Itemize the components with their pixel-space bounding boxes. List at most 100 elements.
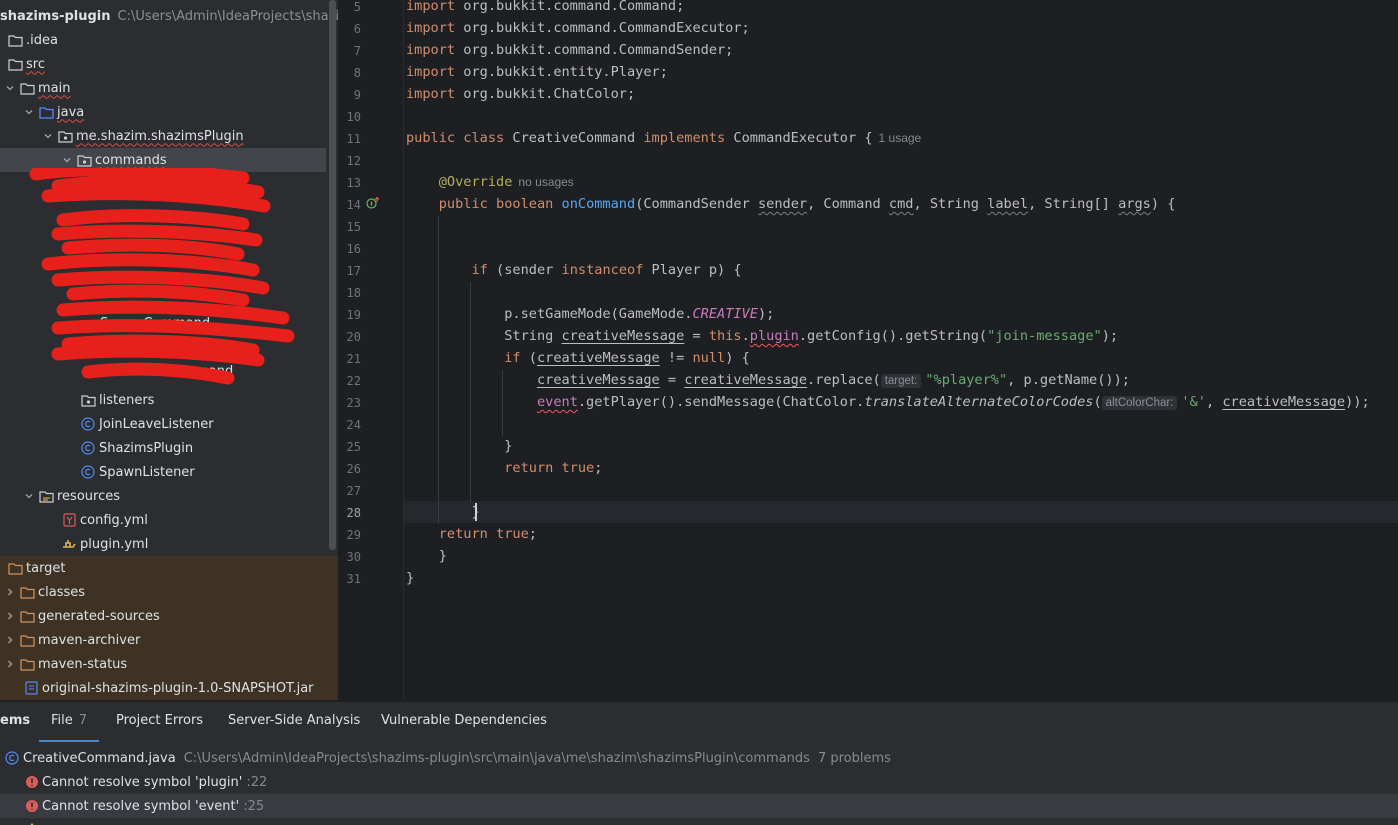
- line-number: 24: [346, 418, 361, 432]
- tree-item-idea[interactable]: .idea: [0, 28, 326, 52]
- tree-item-generated-sources[interactable]: generated-sources: [0, 604, 338, 628]
- tree-item-resources[interactable]: resources: [0, 484, 326, 508]
- yaml-file-icon: [61, 513, 77, 527]
- code-line: }: [406, 548, 447, 564]
- param-hint: altColorChar:: [1101, 396, 1178, 410]
- line-number: 11: [346, 132, 361, 146]
- tree-item-listeners[interactable]: listeners: [0, 388, 326, 412]
- line-number: 14: [346, 198, 361, 212]
- folder-icon: [19, 81, 35, 95]
- override-marker-icon[interactable]: [366, 196, 380, 214]
- line-number: 10: [346, 110, 361, 124]
- tree-item-src[interactable]: src: [0, 52, 326, 76]
- problem-row[interactable]: Cannot resolve symbol 'event' :25: [0, 794, 1398, 818]
- class-icon: [80, 465, 96, 479]
- chevron-right-icon[interactable]: [4, 658, 16, 670]
- problem-message: Cannot resolve symbol 'event': [42, 798, 240, 814]
- code-line: }: [406, 438, 513, 454]
- tree-item-maven-status[interactable]: maven-status: [0, 652, 338, 676]
- tree-item-shazimsplugin[interactable]: ShazimsPlugin: [0, 436, 326, 460]
- line-number: 18: [346, 286, 361, 300]
- chevron-down-icon[interactable]: [4, 82, 16, 94]
- error-icon: [25, 799, 39, 813]
- tree-item-plugin-yml[interactable]: plugin.yml: [0, 532, 326, 556]
- line-number: 7: [353, 44, 361, 58]
- tree-item-main[interactable]: main: [0, 76, 326, 100]
- problem-file-path: C:\Users\Admin\IdeaProjects\shazims-plug…: [183, 750, 810, 766]
- tree-item-java[interactable]: java: [0, 100, 326, 124]
- line-number: 16: [346, 242, 361, 256]
- chevron-down-icon[interactable]: [42, 130, 54, 142]
- red-scribble: [29, 168, 295, 385]
- tree-item-maven-archiver[interactable]: maven-archiver: [0, 628, 338, 652]
- problem-count: 7 problems: [817, 750, 891, 766]
- line-number: 30: [346, 550, 361, 564]
- problem-line: :25: [243, 798, 265, 814]
- excluded-folder-icon: [19, 657, 35, 671]
- code-line: }: [406, 570, 415, 586]
- excluded-folder-icon: [7, 561, 23, 575]
- line-number: 9: [353, 88, 361, 102]
- class-icon: [5, 751, 19, 765]
- tab-file[interactable]: File 7: [39, 702, 100, 742]
- chevron-down-icon[interactable]: [23, 490, 35, 502]
- tree-item-spawnlistener[interactable]: SpawnListener: [0, 460, 326, 484]
- usage-hint[interactable]: no usages: [518, 175, 573, 189]
- line-number: 27: [346, 484, 361, 498]
- line-number: 19: [346, 308, 361, 322]
- chevron-down-icon[interactable]: [61, 154, 73, 166]
- line-number: 5: [353, 0, 361, 14]
- line-number: 21: [346, 352, 361, 366]
- tree-root[interactable]: shazims-plugin C:\Users\Admin\IdeaProjec…: [0, 4, 338, 28]
- code-line: if (creativeMessage != null) {: [504, 350, 750, 366]
- tree-scrollbar[interactable]: [329, 0, 336, 550]
- tree-item-package[interactable]: me.shazim.shazimsPlugin: [0, 124, 326, 148]
- line-number: 29: [346, 528, 361, 542]
- problem-file-row[interactable]: CreativeCommand.java C:\Users\Admin\Idea…: [0, 746, 1398, 770]
- usage-hint[interactable]: 1 usage: [879, 131, 922, 145]
- problems-panel: ems File 7 Project Errors Server-Side Ana…: [0, 701, 1398, 825]
- code-line: event.getPlayer().sendMessage(ChatColor.…: [536, 394, 1370, 410]
- code-line: return true;: [438, 526, 537, 542]
- tab-count: 7: [78, 713, 88, 728]
- chevron-right-icon[interactable]: [4, 586, 16, 598]
- code-line: return true;: [504, 460, 603, 476]
- tab-vulnerable-dependencies[interactable]: Vulnerable Dependencies: [381, 702, 547, 742]
- line-number: 23: [346, 396, 361, 410]
- code-line: import org.bukkit.command.CommandSender;: [406, 42, 734, 58]
- project-name: shazims-plugin: [0, 8, 111, 24]
- tab-server-side-analysis[interactable]: Server-Side Analysis: [228, 702, 360, 742]
- line-number: 26: [346, 462, 361, 476]
- tree-item-classes[interactable]: classes: [0, 580, 338, 604]
- tab-project-errors[interactable]: Project Errors: [116, 702, 203, 742]
- param-hint: target:: [880, 374, 922, 388]
- tree-item-jar[interactable]: original-shazims-plugin-1.0-SNAPSHOT.jar: [0, 676, 338, 700]
- warning-icon: [25, 820, 39, 825]
- code-line: import org.bukkit.command.CommandExecuto…: [406, 20, 750, 36]
- code-editor[interactable]: import org.bukkit.command.Command; impor…: [404, 0, 1398, 700]
- tree-item-joinleavelistener[interactable]: JoinLeaveListener: [0, 412, 326, 436]
- excluded-folder-icon: [19, 609, 35, 623]
- line-number: 15: [346, 220, 361, 234]
- chevron-down-icon[interactable]: [23, 106, 35, 118]
- code-line: public boolean onCommand(CommandSender s…: [438, 196, 1176, 212]
- jar-file-icon: [23, 681, 39, 695]
- error-icon: [25, 775, 39, 789]
- editor-gutter: 5 6 7 8 9 10 11 12 13 14 15 16 17 18 19 …: [339, 0, 403, 700]
- chevron-right-icon[interactable]: [4, 634, 16, 646]
- problem-file-name: CreativeCommand.java: [23, 750, 176, 766]
- tree-item-config-yml[interactable]: config.yml: [0, 508, 326, 532]
- code-line: import org.bukkit.command.Command;: [406, 0, 685, 14]
- folder-icon: [7, 33, 23, 47]
- package-icon: [80, 393, 96, 407]
- tree-item-target[interactable]: target: [0, 556, 338, 580]
- code-line: import org.bukkit.entity.Player;: [406, 64, 668, 80]
- line-number: 13: [346, 176, 361, 190]
- code-line: @Override no usages: [438, 174, 574, 190]
- chevron-right-icon[interactable]: [4, 610, 16, 622]
- problem-row[interactable]: Cannot resolve symbol 'plugin' :22: [0, 770, 1398, 794]
- line-number: 8: [353, 66, 361, 80]
- code-line: public class CreativeCommand implements …: [406, 130, 922, 146]
- problems-title: ems: [0, 713, 31, 728]
- excluded-folder-icon: [19, 633, 35, 647]
